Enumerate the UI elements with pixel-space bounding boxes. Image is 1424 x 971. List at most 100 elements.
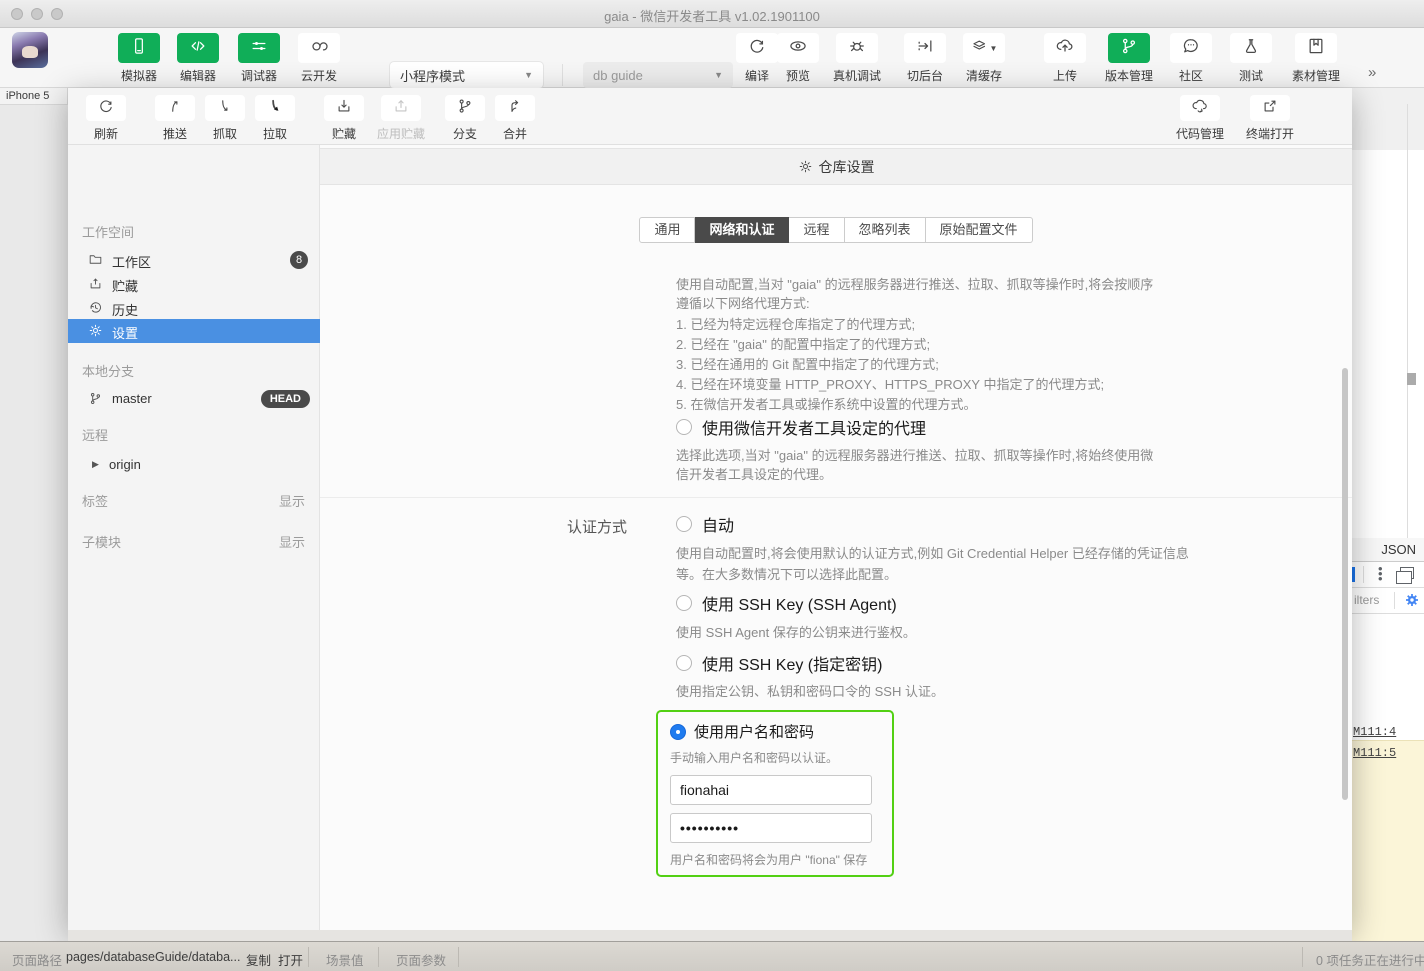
main-toolbar: 模拟器 编辑器 调试器 云开发 小程序模式 ▼ db guide ▼ 编译 预览 (0, 28, 1424, 88)
devtools-strip: JSON ••• ilters M111:4 M111:5 (1352, 88, 1424, 941)
real-device-debug-button[interactable]: 真机调试 (825, 33, 889, 84)
page-path-value: pages/databaseGuide/databa... (66, 950, 240, 964)
auth-ssh-agent-radio-row[interactable]: 使用 SSH Key (SSH Agent) (676, 591, 897, 615)
open-path-button[interactable]: 打开 (278, 950, 303, 969)
auth-method-label: 认证方式 (567, 516, 647, 537)
radio-unchecked-icon[interactable] (676, 655, 692, 671)
panels-icon[interactable] (1400, 567, 1414, 579)
radio-checked-icon[interactable] (670, 724, 686, 740)
layers-icon (971, 36, 989, 61)
material-manage-button[interactable]: 素材管理 (1284, 33, 1348, 84)
console-toolbar: ••• (1352, 562, 1424, 588)
eye-icon (788, 36, 808, 61)
preview-button[interactable]: 预览 (766, 33, 830, 84)
sidebar-item-history[interactable]: 历史 (68, 296, 320, 320)
git-stash-button[interactable]: 贮藏 (316, 95, 372, 142)
tab-remote[interactable]: 远程 (789, 217, 844, 243)
editor-scrollbar[interactable] (1407, 373, 1416, 385)
page-params-button[interactable]: 页面参数 (396, 950, 446, 969)
version-manage-button[interactable]: 版本管理 (1097, 33, 1161, 84)
git-code-manage-button[interactable]: 代码管理 (1168, 95, 1232, 142)
remote-section-header: 远程 (82, 425, 108, 444)
workspace-section-header: 工作空间 (82, 222, 134, 241)
proxy-rule-4: 4. 已经在环境变量 HTTP_PROXY、HTTPS_PROXY 中指定了的代… (676, 375, 1158, 394)
auth-ssh-key-radio-row[interactable]: 使用 SSH Key (指定密钥) (676, 651, 882, 675)
console-source-link[interactable]: M111:4 (1353, 725, 1396, 739)
window-titlebar: gaia - 微信开发者工具 v1.02.1901100 (0, 0, 1424, 28)
settings-tab-bar: 通用 网络和认证 远程 忽略列表 原始配置文件 (320, 217, 1352, 243)
console-source-link[interactable]: M111:5 (1353, 746, 1396, 760)
history-icon (88, 300, 104, 316)
stash-out-icon (392, 97, 410, 120)
chevron-down-icon: ▼ (714, 70, 723, 80)
tab-general[interactable]: 通用 (639, 217, 695, 243)
merge-arrow-icon (506, 97, 524, 120)
simulator-area: iPhone 5 (0, 88, 68, 941)
settings-gear-icon[interactable] (1404, 592, 1420, 608)
git-apply-stash-button[interactable]: 应用贮藏 (369, 95, 433, 142)
device-tab[interactable]: iPhone 5 (0, 88, 68, 105)
settings-scrollbar[interactable] (1342, 368, 1348, 800)
auth-userpass-radio-row[interactable]: 使用用户名和密码 (670, 721, 880, 742)
auth-auto-radio-row[interactable]: 自动 (676, 512, 734, 536)
sidebar-item-settings[interactable]: 设置 (68, 319, 320, 343)
compile-mode-select[interactable]: db guide ▼ (583, 62, 733, 88)
chevron-down-icon: ▼ (990, 44, 998, 53)
mode-select[interactable]: 小程序模式 ▼ (390, 62, 543, 88)
git-panel: 刷新 推送 抓取 拉取 贮藏 应用贮藏 (68, 88, 1352, 930)
git-refresh-button[interactable]: 刷新 (78, 95, 134, 142)
tab-network-auth[interactable]: 网络和认证 (695, 217, 789, 243)
external-link-icon (1261, 97, 1279, 120)
git-pull-button[interactable]: 拉取 (247, 95, 303, 142)
head-badge: HEAD (261, 390, 310, 408)
sidebar-item-workspace[interactable]: 工作区 8 (68, 248, 320, 272)
user-avatar[interactable] (12, 32, 48, 68)
git-branch-button[interactable]: 分支 (437, 95, 493, 142)
submodule-section-header: 子模块 (82, 532, 121, 551)
kebab-menu-icon[interactable]: ••• (1378, 566, 1383, 581)
editor-button[interactable]: 编辑器 (166, 33, 230, 84)
test-button[interactable]: 测试 (1219, 33, 1283, 84)
tab-ignore-list[interactable]: 忽略列表 (845, 217, 926, 243)
git-terminal-button[interactable]: 终端打开 (1238, 95, 1302, 142)
sidebar-item-stash[interactable]: 贮藏 (68, 272, 320, 296)
stash-icon (88, 276, 104, 292)
debugger-button[interactable]: 调试器 (227, 33, 291, 84)
username-input[interactable] (670, 775, 872, 805)
sidebar-item-remote-origin[interactable]: ▶ origin (68, 453, 320, 477)
toolbar-overflow-icon[interactable]: » (1368, 64, 1374, 81)
json-tab[interactable]: JSON (1352, 538, 1424, 562)
repo-settings-content: 仓库设置 通用 网络和认证 远程 忽略列表 原始配置文件 使用自动配置,当对 "… (320, 145, 1352, 930)
proxy-option-radio-row[interactable]: 使用微信开发者工具设定的代理 (676, 415, 926, 439)
flask-icon (1241, 36, 1261, 61)
code-icon (188, 36, 208, 61)
copy-path-button[interactable]: 复制 (246, 950, 271, 969)
upload-button[interactable]: 上传 (1033, 33, 1097, 84)
tasks-status-text: 0 项任务正在进行中 (1316, 950, 1424, 969)
scene-value-button[interactable]: 场景值 (326, 950, 364, 969)
statusbar: 页面路径 pages/databaseGuide/databa... 复制 打开… (0, 941, 1424, 971)
community-button[interactable]: 社区 (1159, 33, 1223, 84)
git-merge-button[interactable]: 合并 (487, 95, 543, 142)
sidebar-item-branch-master[interactable]: master HEAD (68, 387, 320, 411)
git-branch-icon (88, 391, 104, 407)
simulator-button[interactable]: 模拟器 (107, 33, 171, 84)
radio-unchecked-icon[interactable] (676, 516, 692, 532)
password-input[interactable] (670, 813, 872, 843)
radio-unchecked-icon[interactable] (676, 419, 692, 435)
git-push-button[interactable]: 推送 (147, 95, 203, 142)
clear-cache-button[interactable]: ▼ 清缓存 (952, 33, 1016, 84)
git-toolbar: 刷新 推送 抓取 拉取 贮藏 应用贮藏 (68, 88, 1352, 145)
proxy-rule-5: 5. 在微信开发者工具或操作系统中设置的代理方式。 (676, 395, 1158, 414)
cloud-dev-button[interactable]: 云开发 (287, 33, 351, 84)
tags-show-button[interactable]: 显示 (279, 491, 305, 510)
switch-background-button[interactable]: 切后台 (893, 33, 957, 84)
radio-unchecked-icon[interactable] (676, 595, 692, 611)
chat-bubble-icon (1181, 36, 1201, 61)
gear-icon (88, 323, 104, 339)
filters-label: ilters (1354, 593, 1379, 607)
submodule-show-button[interactable]: 显示 (279, 532, 305, 551)
git-fetch-button[interactable]: 抓取 (197, 95, 253, 142)
tab-raw-config[interactable]: 原始配置文件 (926, 217, 1033, 243)
proxy-rule-2: 2. 已经在 "gaia" 的配置中指定了的代理方式; (676, 335, 1158, 354)
